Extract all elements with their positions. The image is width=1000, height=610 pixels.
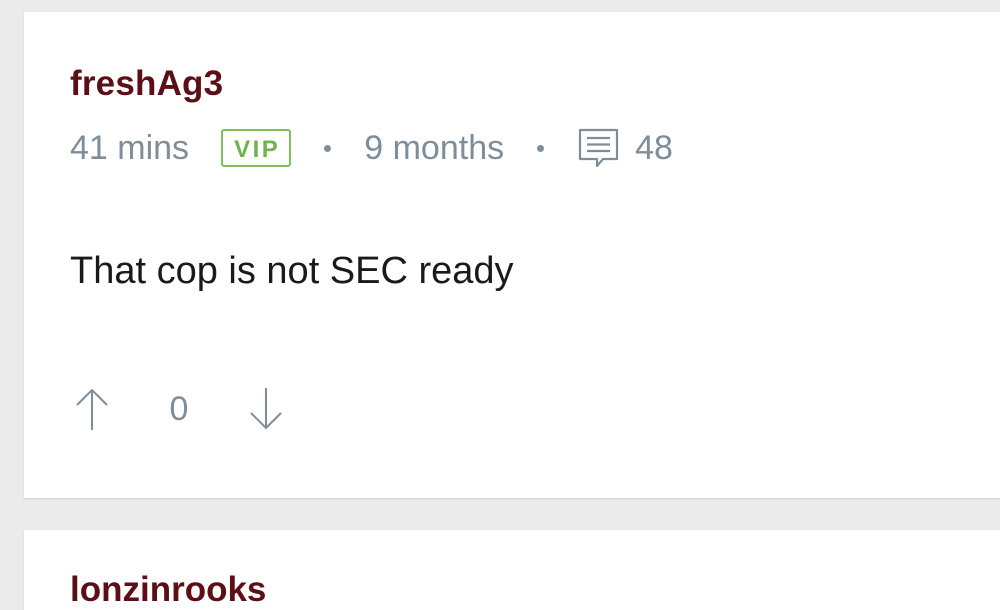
time-posted: 41 mins: [70, 128, 190, 167]
comment-bubble-icon: [577, 126, 621, 170]
arrow-down-icon: [250, 388, 282, 430]
comment-body: That cop is not SEC ready: [70, 250, 514, 292]
comment-meta: 41 mins VIP 9 months 48: [70, 126, 673, 170]
separator-dot: [324, 144, 332, 152]
vote-controls: 0: [70, 384, 288, 434]
comment-card: lonzinrooks: [24, 530, 1000, 610]
member-duration: 9 months: [364, 128, 505, 167]
arrow-up-icon: [76, 388, 108, 430]
vip-badge: VIP: [221, 129, 292, 167]
comment-card: freshAg3 41 mins VIP 9 months 48 That co…: [24, 12, 1000, 498]
upvote-button[interactable]: [70, 384, 114, 434]
username-link[interactable]: freshAg3: [70, 64, 223, 104]
vote-count: 0: [169, 389, 189, 428]
username-link[interactable]: lonzinrooks: [70, 570, 266, 610]
downvote-button[interactable]: [244, 384, 288, 434]
separator-dot: [537, 144, 545, 152]
comment-count: 48: [635, 128, 673, 167]
